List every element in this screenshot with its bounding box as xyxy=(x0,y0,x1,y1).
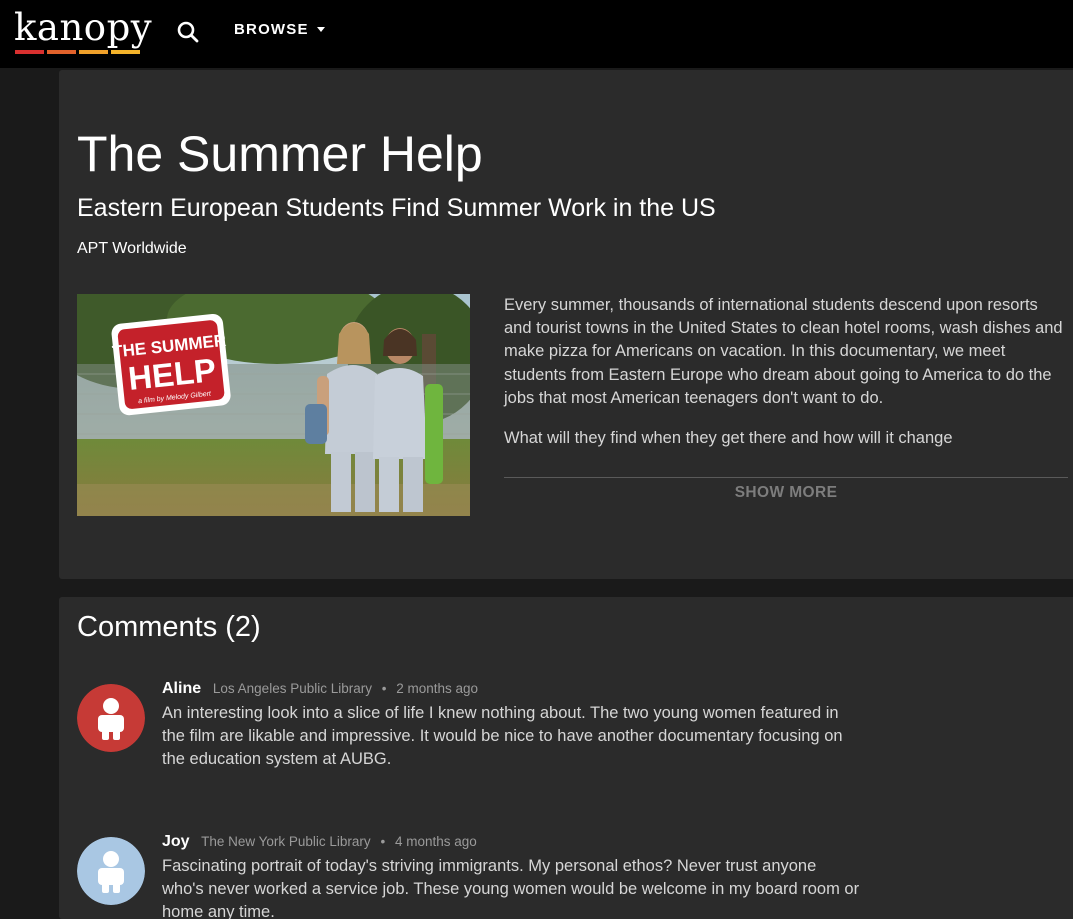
comment-time: 2 months ago xyxy=(396,681,479,696)
comment-separator: • xyxy=(381,681,387,696)
kanopy-logo[interactable]: kanopy xyxy=(14,6,153,56)
avatar xyxy=(77,837,145,905)
browse-menu-button[interactable]: BROWSE xyxy=(234,21,325,38)
logo-bar-1 xyxy=(15,50,44,54)
description-paragraph-2: What will they find when they get there … xyxy=(504,429,953,448)
logo-bar-3 xyxy=(79,50,108,54)
comments-panel: Comments (2) Aline Los Angeles Public Li… xyxy=(59,597,1073,919)
comment-author: Joy xyxy=(162,833,190,850)
logo-text: kanopy xyxy=(14,6,153,49)
comment-separator: • xyxy=(380,834,386,849)
comment-header: Aline Los Angeles Public Library • 2 mon… xyxy=(162,680,478,698)
avatar xyxy=(77,684,145,752)
film-details-panel: The Summer Help Eastern European Student… xyxy=(59,70,1073,579)
top-navigation-bar: kanopy BROWSE xyxy=(0,0,1073,68)
film-producer[interactable]: APT Worldwide xyxy=(77,240,187,258)
comment-library: Los Angeles Public Library xyxy=(212,681,372,696)
film-title: The Summer Help xyxy=(77,126,483,182)
show-more-button[interactable]: SHOW MORE xyxy=(504,484,1068,502)
logo-bar-4 xyxy=(111,50,140,54)
comment-library: The New York Public Library xyxy=(201,834,371,849)
comment-header: Joy The New York Public Library • 4 mont… xyxy=(162,833,477,851)
film-description: Every summer, thousands of international… xyxy=(504,294,1069,450)
description-paragraph-1: Every summer, thousands of international… xyxy=(504,296,1063,407)
film-thumbnail[interactable]: THE SUMMER HELP a film by Melody Gilbert xyxy=(77,294,470,516)
film-subtitle: Eastern European Students Find Summer Wo… xyxy=(77,194,716,222)
logo-color-bars xyxy=(15,50,140,54)
comment-author: Aline xyxy=(162,680,202,697)
comments-heading: Comments (2) xyxy=(77,611,261,643)
logo-bar-2 xyxy=(47,50,76,54)
comment-text: An interesting look into a slice of life… xyxy=(162,704,843,769)
comment-time: 4 months ago xyxy=(394,834,477,849)
caret-down-icon xyxy=(316,27,325,32)
browse-label: BROWSE xyxy=(234,21,309,38)
search-icon[interactable] xyxy=(176,20,200,44)
comment-text: Fascinating portrait of today's striving… xyxy=(162,857,860,919)
description-divider xyxy=(504,477,1068,478)
